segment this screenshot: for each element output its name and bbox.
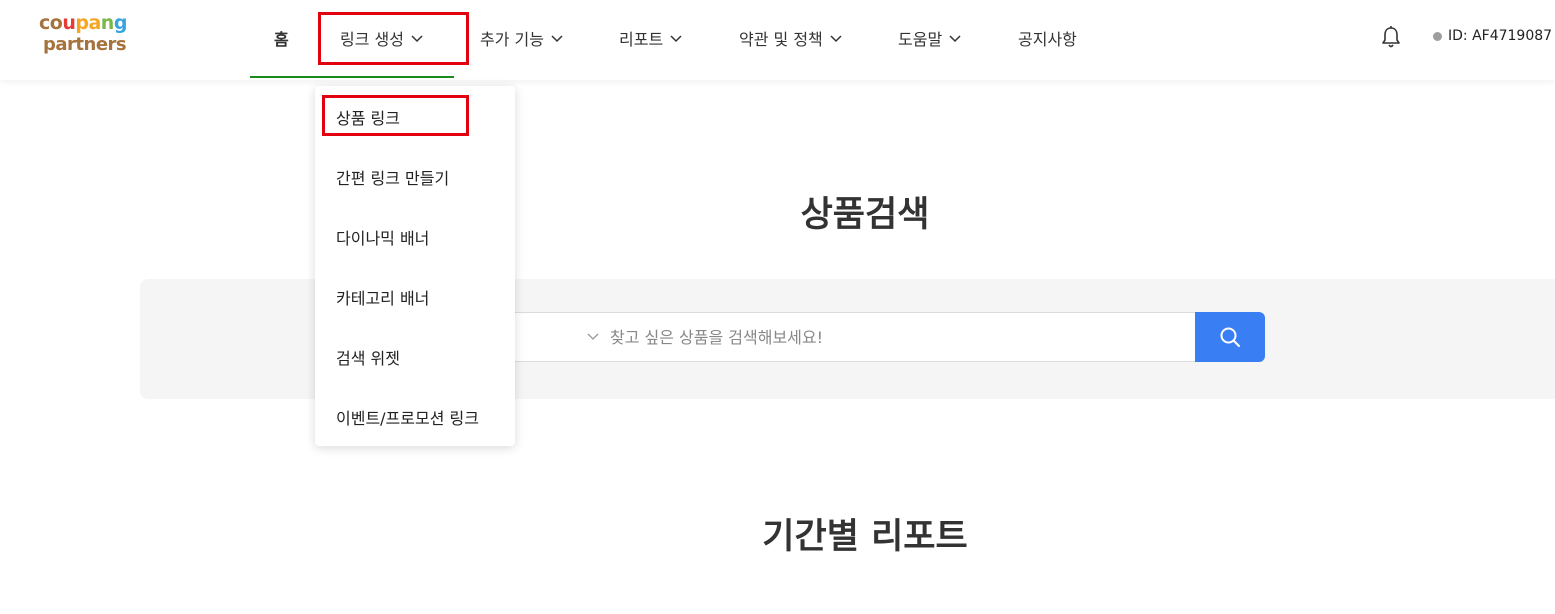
logo-wordmark: coupang [39, 12, 127, 34]
dropdown-item-category-banner[interactable]: 카테고리 배너 [336, 285, 429, 309]
nav-report-label: 리포트 [619, 30, 664, 49]
nav-link-create[interactable]: 링크 생성 [340, 0, 424, 76]
nav-notice[interactable]: 공지사항 [1018, 0, 1077, 76]
nav-report[interactable]: 리포트 [619, 0, 683, 76]
nav-home-label: 홈 [274, 30, 289, 49]
top-header: coupang partners 홈 링크 생성 추가 기능 리포트 약관 및 … [0, 0, 1555, 80]
chevron-down-icon [830, 35, 842, 43]
active-nav-underline [250, 76, 454, 78]
chevron-down-icon [949, 35, 961, 43]
chevron-down-icon [551, 35, 563, 43]
nav-help[interactable]: 도움말 [898, 0, 962, 76]
coupang-partners-logo[interactable]: coupang partners [39, 12, 139, 62]
dropdown-item-product-link[interactable]: 상품 링크 [336, 105, 400, 129]
nav-extra-label: 추가 기능 [480, 30, 544, 49]
bell-icon[interactable] [1380, 25, 1402, 49]
search-icon [1220, 327, 1240, 347]
nav-terms-policy[interactable]: 약관 및 정책 [739, 0, 843, 76]
dropdown-item-event-promotion-link[interactable]: 이벤트/프로모션 링크 [336, 405, 479, 429]
dropdown-item-dynamic-banner[interactable]: 다이나믹 배너 [336, 225, 429, 249]
chevron-down-icon [411, 35, 423, 43]
logo-subtitle: partners [43, 34, 127, 55]
link-create-dropdown: 상품 링크 간편 링크 만들기 다이나믹 배너 카테고리 배너 검색 위젯 이벤… [315, 86, 515, 446]
dropdown-item-simple-link[interactable]: 간편 링크 만들기 [336, 165, 449, 189]
dropdown-item-search-widget[interactable]: 검색 위젯 [336, 345, 400, 369]
nav-home[interactable]: 홈 [274, 0, 289, 76]
search-button[interactable] [1195, 312, 1265, 362]
nav-terms-label: 약관 및 정책 [739, 30, 823, 49]
chevron-down-icon [670, 35, 682, 43]
user-id[interactable]: ID: AF4719087 [1433, 28, 1552, 44]
status-dot [1433, 31, 1442, 41]
period-report-title: 기간별 리포트 [762, 517, 968, 557]
product-search-title: 상품검색 [800, 195, 930, 235]
nav-help-label: 도움말 [898, 30, 943, 49]
nav-notice-label: 공지사항 [1018, 30, 1077, 49]
user-id-label: ID: AF4719087 [1448, 28, 1553, 44]
chevron-down-icon[interactable] [586, 330, 600, 344]
search-input[interactable] [610, 313, 1190, 361]
nav-extra-features[interactable]: 추가 기능 [480, 0, 564, 76]
nav-link-create-label: 링크 생성 [340, 30, 404, 49]
